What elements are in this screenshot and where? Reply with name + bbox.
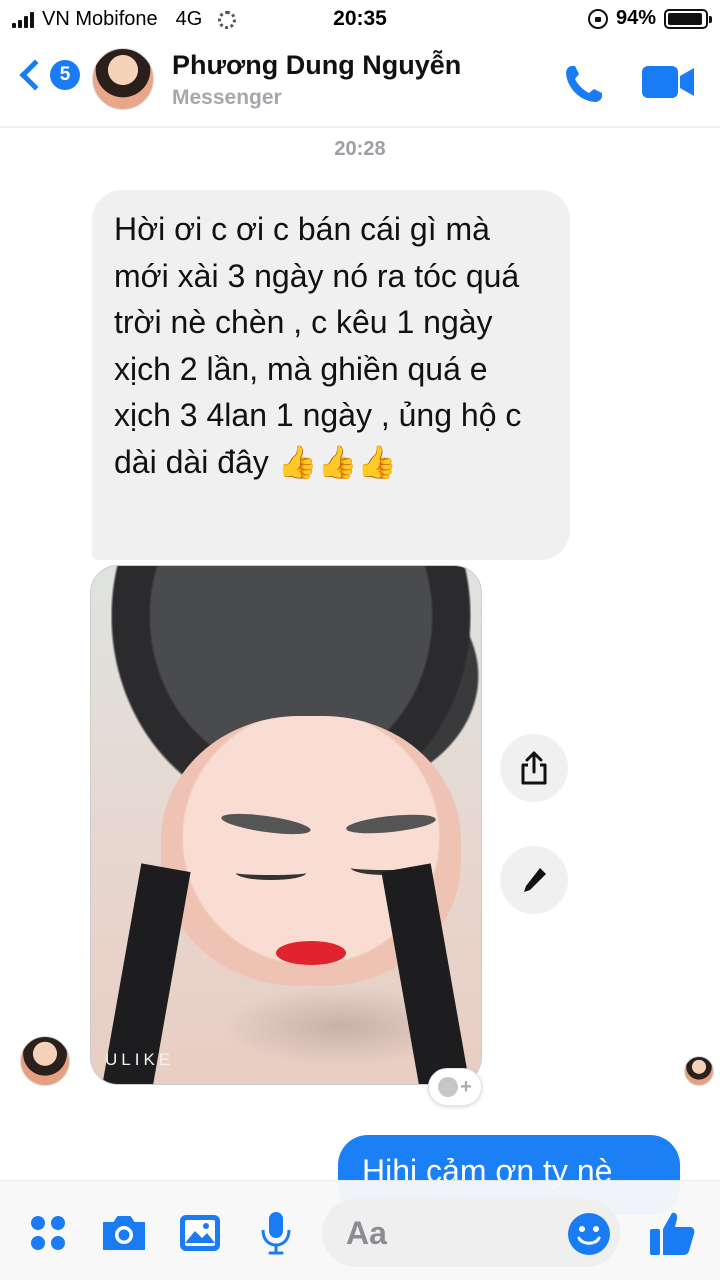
- seen-receipt-avatar: [684, 1056, 714, 1086]
- voice-message-button[interactable]: [250, 1207, 302, 1259]
- video-call-button[interactable]: [640, 62, 696, 102]
- edit-photo-button[interactable]: [500, 846, 568, 914]
- back-button[interactable]: 5: [16, 59, 80, 91]
- camera-button[interactable]: [98, 1207, 150, 1259]
- battery-icon: [664, 8, 712, 29]
- status-bar: VN Mobifone 4G 20:35 94%: [0, 0, 720, 38]
- contact-subtitle: Messenger: [172, 86, 282, 109]
- share-icon: [521, 751, 547, 785]
- photo-eye-left: [236, 866, 306, 880]
- apps-button[interactable]: [22, 1207, 74, 1259]
- phone-icon: [566, 66, 602, 102]
- gallery-icon: [180, 1215, 220, 1251]
- photo-watermark: ULIKE: [105, 1050, 175, 1069]
- emoji-button[interactable]: [566, 1211, 612, 1257]
- share-photo-button[interactable]: [500, 734, 568, 802]
- incoming-message-text: Hời ơi c ơi c bán cái gì mà mới xài 3 ng…: [114, 211, 522, 480]
- contact-avatar[interactable]: [92, 48, 154, 110]
- camera-icon: [103, 1216, 145, 1250]
- unread-count-badge: 5: [50, 60, 80, 90]
- microphone-icon: [261, 1212, 291, 1255]
- add-reaction-button[interactable]: +: [428, 1068, 482, 1106]
- message-input-placeholder: Aa: [346, 1215, 387, 1251]
- incoming-message-bubble[interactable]: Hời ơi c ơi c bán cái gì mà mới xài 3 ng…: [92, 190, 570, 560]
- incoming-photo[interactable]: ULIKE: [90, 565, 482, 1085]
- contact-name[interactable]: Phương Dung Nguyễn: [172, 50, 461, 81]
- thumbs-up-icon: [650, 1212, 695, 1255]
- rotation-lock-icon: [587, 8, 608, 29]
- video-camera-icon: [642, 66, 694, 98]
- header-divider: [0, 126, 720, 128]
- photo-lips: [276, 941, 346, 965]
- like-button[interactable]: [646, 1207, 698, 1259]
- add-reaction-plus: +: [460, 1075, 472, 1098]
- photo-brow-right: [345, 811, 437, 837]
- message-timestamp: 20:28: [334, 138, 386, 160]
- voice-call-button[interactable]: [560, 60, 608, 108]
- battery-level: [668, 12, 702, 25]
- pencil-icon: [524, 868, 546, 892]
- battery-percent: 94%: [615, 7, 656, 29]
- photo-brow-left: [220, 809, 312, 839]
- message-composer: Aa: [0, 1180, 720, 1280]
- gallery-button[interactable]: [174, 1207, 226, 1259]
- apps-icon: [31, 1216, 65, 1250]
- sender-avatar[interactable]: [20, 1036, 70, 1086]
- conversation-header: 5 Phương Dung Nguyễn Messenger: [0, 38, 720, 128]
- emoji-icon: [568, 1213, 610, 1255]
- messenger-screen: VN Mobifone 4G 20:35 94% 5 Phương Dung N…: [0, 0, 720, 1280]
- smiley-icon: [438, 1077, 459, 1097]
- thumbs-up-emoji: 👍👍👍: [277, 443, 398, 480]
- photo-strap-right: [381, 863, 471, 1084]
- chevron-left-icon: [19, 59, 51, 91]
